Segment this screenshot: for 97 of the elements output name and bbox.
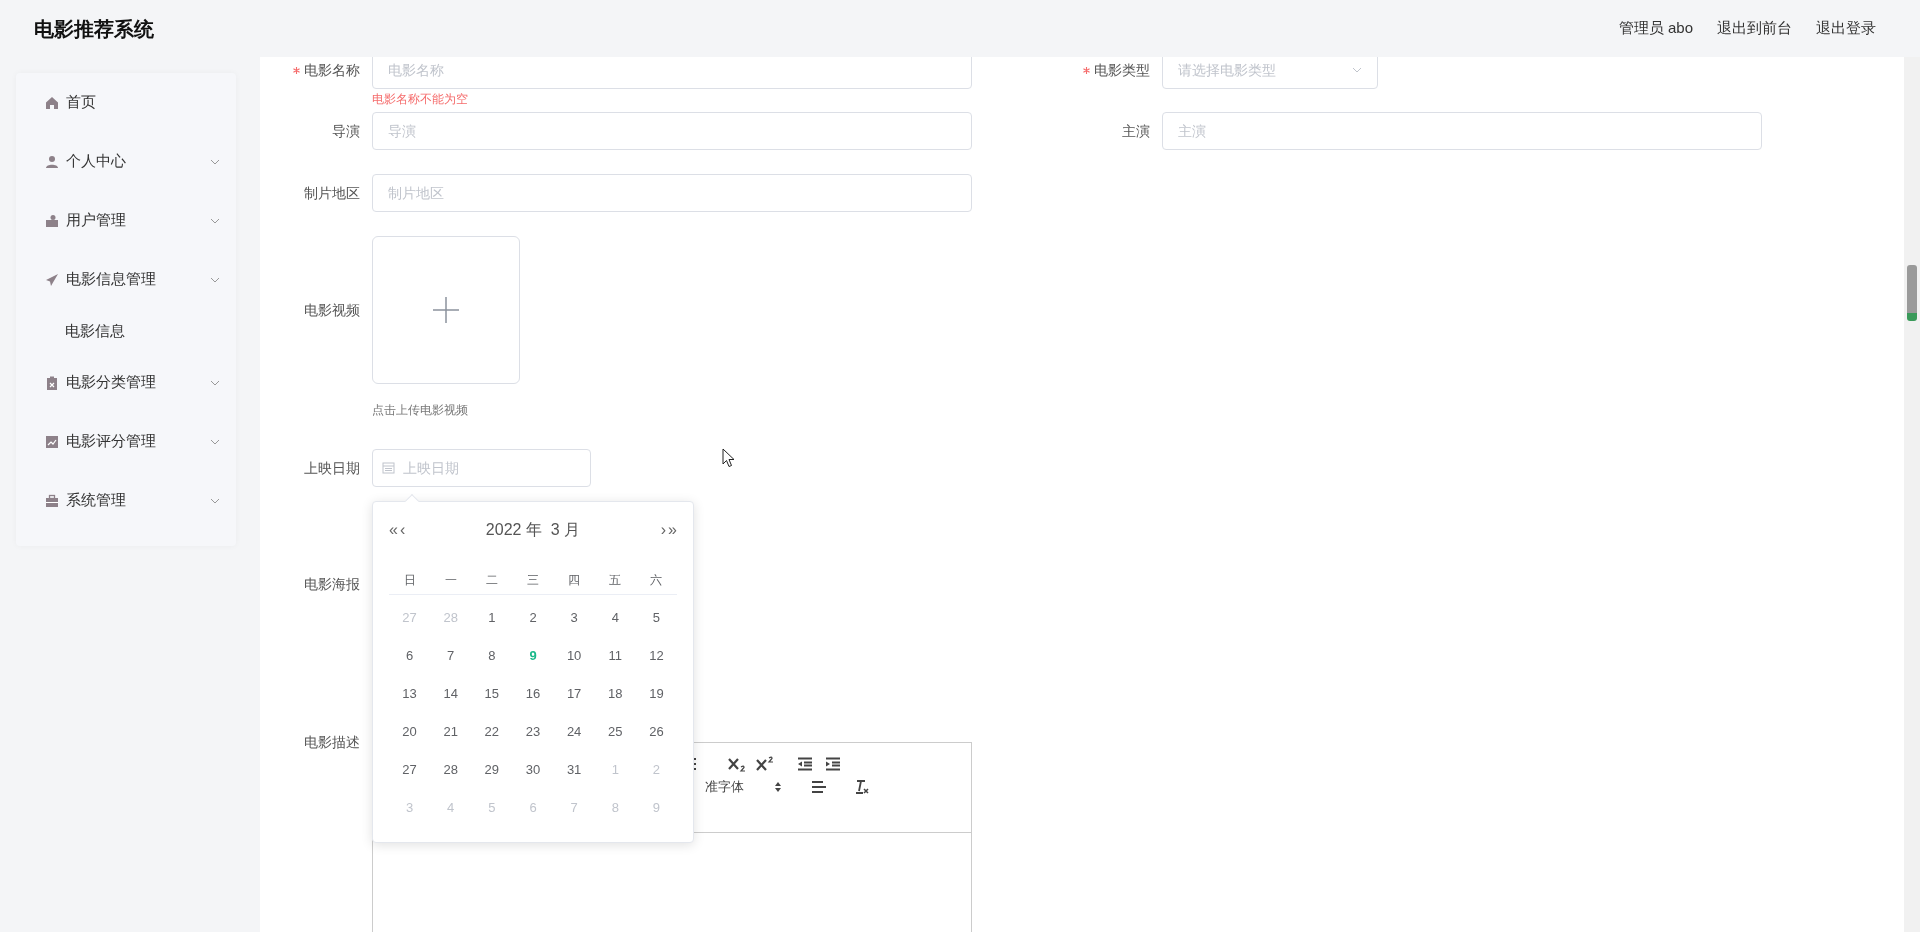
prev-month-button[interactable]: ‹ <box>399 522 406 538</box>
prev-year-button[interactable]: « <box>389 522 398 538</box>
menu-item[interactable]: 电影分类管理 <box>16 353 236 412</box>
calendar-day[interactable]: 19 <box>647 684 666 704</box>
input-field[interactable]: 导演 <box>372 112 972 150</box>
field-label: 导演 <box>332 121 360 141</box>
field-label: 电影名称 <box>304 60 360 80</box>
calendar-day[interactable]: 14 <box>441 684 460 704</box>
user-icon <box>45 154 59 169</box>
calendar-title: 2022 年 3 月 <box>485 520 581 540</box>
calendar-day[interactable]: 11 <box>606 646 624 666</box>
menu-item[interactable]: 电影评分管理 <box>16 412 236 471</box>
calendar-day[interactable]: 4 <box>609 608 621 628</box>
calendar-day[interactable]: 8 <box>486 646 498 666</box>
weekday-label: 六 <box>650 571 663 589</box>
calendar-day[interactable]: 23 <box>523 722 543 742</box>
weekday-label: 二 <box>485 571 498 589</box>
calendar-day[interactable]: 5 <box>650 608 663 628</box>
calendar-day[interactable]: 3 <box>568 608 580 628</box>
calendar-day[interactable]: 22 <box>482 722 502 742</box>
next-month-button[interactable]: › <box>660 522 667 538</box>
clipboard-icon <box>45 375 59 390</box>
weekday-label: 一 <box>444 571 457 589</box>
calendar-day[interactable]: 26 <box>647 722 666 742</box>
menu-item[interactable]: 电影信息管理 <box>16 250 236 309</box>
header-link[interactable]: 退出登录 <box>1816 17 1876 40</box>
chevron-down-icon <box>210 217 220 224</box>
calendar-day[interactable]: 18 <box>606 684 625 704</box>
indent-icon[interactable] <box>825 757 841 771</box>
plus-icon <box>433 297 459 323</box>
next-year-button[interactable]: » <box>668 522 677 538</box>
menu-item[interactable]: 用户管理 <box>16 191 236 250</box>
scrollbar-thumb[interactable] <box>1907 265 1917 321</box>
field-label: 主演 <box>1122 121 1150 141</box>
menu-item[interactable]: 首页 <box>16 73 236 132</box>
chevron-down-icon <box>210 276 220 283</box>
required-icon <box>293 66 300 74</box>
calendar-day[interactable]: 20 <box>400 722 419 742</box>
paper-plane-icon <box>45 272 59 287</box>
calendar-day[interactable]: 31 <box>564 760 584 780</box>
calendar-day[interactable]: 1 <box>486 608 498 628</box>
field-label: 电影描述 <box>304 733 360 752</box>
calendar-day[interactable]: 27 <box>400 760 419 780</box>
chevron-down-icon <box>210 379 220 386</box>
calendar-day[interactable]: 10 <box>564 646 584 666</box>
superscript-icon[interactable] <box>755 756 775 772</box>
chevron-down-icon <box>210 158 220 165</box>
calendar-day[interactable]: 21 <box>441 722 460 742</box>
header-link[interactable]: 退出到前台 <box>1717 17 1792 40</box>
input-field[interactable]: 制片地区 <box>372 174 972 212</box>
calendar-icon <box>382 461 395 474</box>
weekday-label: 四 <box>568 571 581 589</box>
home-icon <box>45 95 59 110</box>
input-field[interactable]: 电影名称 <box>372 57 972 89</box>
weekday-label: 五 <box>609 571 622 589</box>
calendar-day[interactable]: 15 <box>482 684 502 704</box>
user-name: 管理员 abo <box>1618 18 1693 39</box>
field-label: 电影海报 <box>304 574 360 594</box>
subscript-icon[interactable] <box>727 756 747 772</box>
menu-item[interactable]: 个人中心 <box>16 132 236 191</box>
calendar-day[interactable]: 2 <box>527 608 539 628</box>
briefcase-icon <box>45 493 59 508</box>
calendar-day[interactable]: 12 <box>647 646 666 666</box>
weekday-label: 三 <box>527 571 539 589</box>
outdent-icon[interactable] <box>797 757 813 771</box>
calendar-day[interactable]: 29 <box>482 760 502 780</box>
chevron-down-icon <box>1352 67 1362 73</box>
field-label: 制片地区 <box>304 183 360 203</box>
error-message: 电影名称不能为空 <box>372 92 468 106</box>
calendar-day[interactable]: 30 <box>523 760 543 780</box>
calendar-day[interactable]: 7 <box>445 646 457 666</box>
calendar-day[interactable]: 16 <box>523 684 543 704</box>
calendar-day[interactable]: 13 <box>400 684 419 704</box>
font-picker[interactable]: 准字体 <box>691 777 782 797</box>
calendar-day[interactable]: 25 <box>606 722 625 742</box>
calendar-day[interactable]: 24 <box>564 722 584 742</box>
submenu-item[interactable]: 电影信息 <box>16 309 236 353</box>
sort-arrows-icon <box>774 781 782 793</box>
input-field[interactable]: 主演 <box>1162 112 1762 150</box>
align-icon[interactable] <box>811 780 827 794</box>
required-icon <box>1083 66 1090 74</box>
field-label: 电影类型 <box>1094 60 1150 80</box>
chevron-down-icon <box>210 497 220 504</box>
calendar-day[interactable]: 6 <box>403 646 416 666</box>
weekday-label: 日 <box>403 571 416 589</box>
chevron-down-icon <box>210 438 220 445</box>
field-label: 电影视频 <box>304 300 360 320</box>
clear-format-icon[interactable] <box>854 779 870 795</box>
users-icon <box>45 213 59 228</box>
calendar-day[interactable]: 28 <box>441 760 460 780</box>
field-label: 上映日期 <box>304 458 360 478</box>
menu-item[interactable]: 系统管理 <box>16 471 236 530</box>
calendar-day[interactable]: 17 <box>564 684 584 704</box>
cursor-icon <box>722 448 736 468</box>
upload-hint: 点击上传电影视频 <box>372 402 468 418</box>
app-title: 电影推荐系统 <box>34 15 154 43</box>
chart-icon <box>45 434 59 449</box>
